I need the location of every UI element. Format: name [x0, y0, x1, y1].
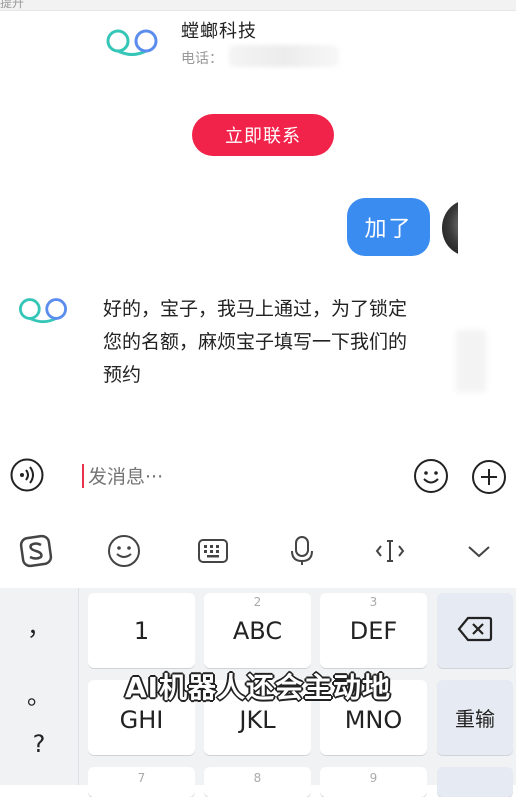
company-name: 螳螂科技 [181, 21, 257, 42]
smiley-icon[interactable] [106, 533, 142, 569]
backspace-key[interactable] [437, 593, 513, 668]
phone-number-redacted [229, 45, 339, 67]
sogou-s-icon[interactable] [18, 533, 54, 569]
punct-comma[interactable]: ， [0, 607, 78, 642]
top-strip [0, 0, 516, 11]
keyboard-toolbar [0, 515, 516, 587]
voice-wave-icon[interactable] [10, 458, 44, 492]
top-cropped-text: 提升 [0, 0, 25, 10]
key-1[interactable]: 1 [88, 593, 195, 668]
key-3-def[interactable]: 3 DEF [320, 593, 427, 668]
cursor-move-icon[interactable] [372, 533, 408, 569]
avatar-crop-edge [458, 195, 516, 265]
text-cursor [82, 464, 84, 488]
microphone-icon[interactable] [284, 533, 320, 569]
message-input[interactable] [86, 460, 390, 494]
contact-now-button[interactable]: 立即联系 [192, 114, 334, 156]
key-7[interactable]: 7 [88, 767, 195, 797]
punct-question[interactable]: ? [0, 730, 78, 758]
key-8[interactable]: 8 [204, 767, 311, 797]
bot-avatar-logo [19, 298, 67, 324]
key-2-abc[interactable]: 2 ABC [204, 593, 311, 668]
symbol-key[interactable] [437, 767, 513, 797]
key-9[interactable]: 9 [320, 767, 427, 797]
bot-message-text: 好的，宝子，我马上通过，为了锁定您的名额，麻烦宝子填写一下我们的预约 [103, 298, 408, 386]
user-message-bubble: 加了 [347, 198, 430, 256]
chevron-down-icon[interactable] [461, 533, 497, 569]
video-subtitle: AI机器人还会主动地 [124, 671, 392, 704]
keyboard-icon[interactable] [195, 533, 231, 569]
smiley-icon[interactable] [413, 458, 449, 494]
plus-circle-icon[interactable] [471, 459, 507, 495]
backspace-icon [457, 616, 493, 642]
company-logo [106, 29, 158, 56]
phone-label: 电话： [181, 51, 223, 67]
bot-message-shadow [456, 330, 486, 392]
